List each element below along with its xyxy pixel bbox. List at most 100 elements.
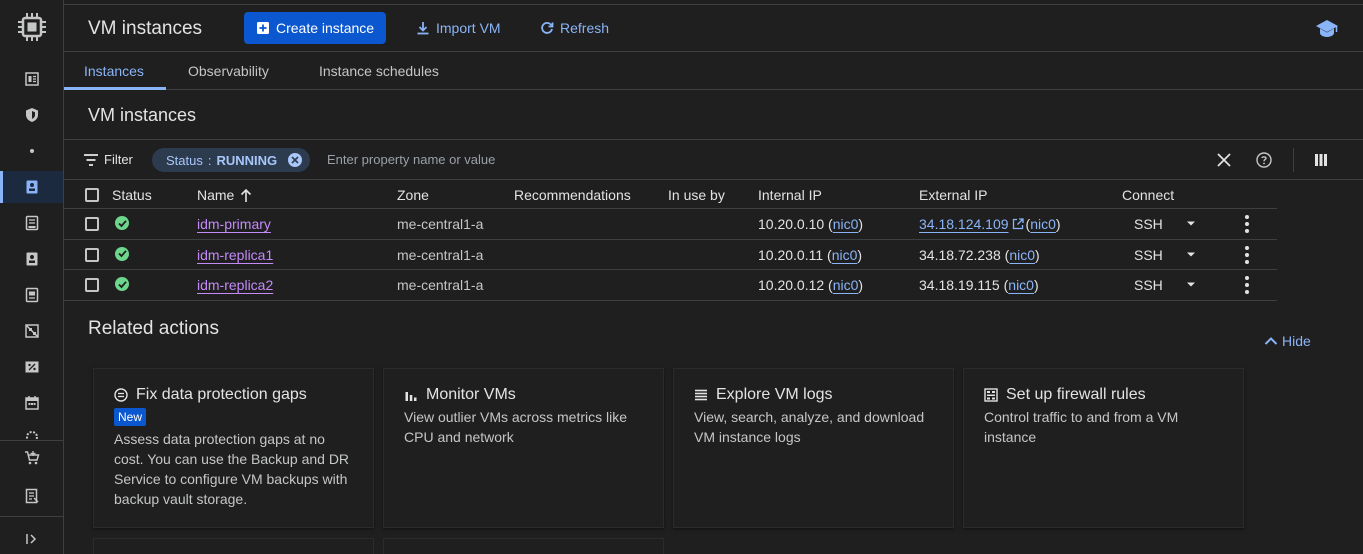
new-badge: New bbox=[114, 408, 147, 426]
import-vm-button[interactable]: Import VM bbox=[416, 12, 501, 44]
card-description: View outlier VMs across metrics like CPU… bbox=[404, 409, 628, 445]
table-header-row: Status Name Zone Recommendations In use … bbox=[64, 181, 1277, 209]
column-header-external-ip[interactable]: External IP bbox=[919, 187, 987, 203]
nav-reservations-calendar-icon[interactable] bbox=[22, 393, 42, 413]
ssh-options-dropdown-icon[interactable] bbox=[1184, 277, 1198, 291]
related-action-card[interactable]: Monitor VMs View outlier VMs across metr… bbox=[383, 368, 664, 528]
column-header-recommendations[interactable]: Recommendations bbox=[514, 187, 631, 203]
refresh-label: Refresh bbox=[560, 20, 610, 36]
refresh-button[interactable]: Refresh bbox=[540, 12, 609, 44]
nav-active-indicator bbox=[0, 171, 3, 203]
column-display-icon[interactable] bbox=[1311, 150, 1331, 170]
related-action-card[interactable]: Set up firewall rules Control traffic to… bbox=[963, 368, 1244, 528]
chip-value: RUNNING bbox=[216, 152, 278, 168]
external-ip-link[interactable]: 34.18.124.109 bbox=[919, 216, 1009, 232]
column-header-name-label: Name bbox=[197, 187, 235, 203]
compute-engine-logo-icon[interactable] bbox=[17, 12, 47, 42]
clear-filter-icon[interactable] bbox=[1214, 150, 1234, 170]
filter-bar: Filter Status : RUNNING Enter property n… bbox=[64, 140, 1363, 180]
table-row[interactable]: idm-replica1 me-central1-a 10.20.0.11 (n… bbox=[64, 240, 1277, 270]
card-title: Explore VM logs bbox=[716, 386, 833, 403]
external-nic-link[interactable]: nic0 bbox=[1008, 277, 1034, 293]
ssh-button[interactable]: SSH bbox=[1134, 216, 1163, 232]
card-description: Control traffic to and from a VM instanc… bbox=[984, 409, 1179, 445]
internal-ip-cell: 10.20.0.10 (nic0) bbox=[758, 216, 864, 232]
external-nic-link[interactable]: nic0 bbox=[1009, 247, 1035, 263]
ssh-button[interactable]: SSH bbox=[1134, 277, 1163, 293]
external-nic-link[interactable]: nic0 bbox=[1030, 216, 1056, 232]
more-actions-kebab-icon[interactable] bbox=[1239, 245, 1255, 265]
shield-check-icon bbox=[114, 388, 128, 402]
nav-marketplace-cart-icon[interactable] bbox=[22, 448, 42, 468]
download-icon bbox=[417, 22, 429, 35]
table-row[interactable]: idm-replica2 me-central1-a 10.20.0.12 (n… bbox=[64, 270, 1277, 301]
status-filter-chip[interactable]: Status : RUNNING bbox=[152, 148, 311, 172]
internal-nic-link[interactable]: nic0 bbox=[833, 277, 859, 293]
related-action-card-partial bbox=[93, 538, 374, 554]
nav-vm-instances-icon[interactable] bbox=[22, 177, 42, 197]
row-checkbox[interactable] bbox=[85, 217, 99, 231]
internal-nic-link[interactable]: nic0 bbox=[832, 247, 858, 263]
nav-security-shield-icon[interactable] bbox=[22, 105, 42, 125]
ssh-options-dropdown-icon[interactable] bbox=[1184, 247, 1198, 261]
chip-separator: : bbox=[207, 152, 212, 168]
column-header-internal-ip[interactable]: Internal IP bbox=[758, 187, 822, 203]
section-title: VM instances bbox=[88, 105, 197, 125]
instance-name-link[interactable]: idm-replica2 bbox=[197, 277, 273, 293]
card-description: View, search, analyze, and download VM i… bbox=[694, 409, 925, 445]
instance-name-link[interactable]: idm-replica1 bbox=[197, 247, 273, 263]
learn-mortarboard-icon[interactable] bbox=[1315, 17, 1339, 41]
running-status-check-icon bbox=[115, 246, 129, 261]
nav-sole-tenant-icon[interactable] bbox=[22, 249, 42, 269]
nav-release-notes-icon[interactable] bbox=[22, 486, 42, 506]
firewall-icon bbox=[984, 388, 998, 402]
related-action-card[interactable]: Explore VM logs View, search, analyze, a… bbox=[673, 368, 954, 528]
row-checkbox[interactable] bbox=[85, 247, 99, 262]
column-header-name[interactable]: Name bbox=[197, 187, 252, 203]
ssh-options-dropdown-icon[interactable] bbox=[1184, 216, 1198, 230]
tab-instance-schedules[interactable]: Instance schedules bbox=[319, 63, 439, 79]
card-description: Assess data protection gaps at no cost. … bbox=[114, 431, 350, 507]
external-ip-value: 34.18.19.115 bbox=[919, 277, 1000, 293]
internal-ip-value: 10.20.0.11 bbox=[758, 246, 824, 263]
nav-settings-gear-icon[interactable] bbox=[22, 429, 42, 439]
related-actions-title: Related actions bbox=[88, 318, 219, 339]
open-in-new-icon bbox=[1012, 218, 1024, 230]
instance-name-link[interactable]: idm-primary bbox=[197, 216, 271, 232]
tab-instances[interactable]: Instances bbox=[84, 63, 144, 79]
help-icon[interactable] bbox=[1254, 150, 1274, 170]
select-all-checkbox[interactable] bbox=[85, 188, 99, 202]
nav-committed-use-discounts-icon[interactable] bbox=[22, 357, 42, 377]
column-header-status[interactable]: Status bbox=[112, 187, 152, 203]
more-actions-kebab-icon[interactable] bbox=[1239, 275, 1255, 295]
row-checkbox[interactable] bbox=[85, 278, 99, 292]
nav-tpus-icon[interactable] bbox=[22, 321, 42, 341]
column-header-zone[interactable]: Zone bbox=[397, 187, 429, 203]
filter-input[interactable]: Enter property name or value bbox=[327, 152, 495, 167]
internal-ip-value: 10.20.0.12 bbox=[758, 277, 825, 293]
tab-observability[interactable]: Observability bbox=[188, 63, 269, 79]
expand-nav-icon[interactable] bbox=[22, 529, 42, 549]
nav-divider-bottom bbox=[0, 516, 63, 517]
filter-button[interactable]: Filter bbox=[84, 152, 133, 167]
internal-nic-link[interactable]: nic0 bbox=[833, 216, 859, 232]
add-box-icon bbox=[257, 22, 269, 34]
refresh-icon bbox=[541, 22, 554, 34]
column-header-connect[interactable]: Connect bbox=[1122, 187, 1174, 203]
ssh-button[interactable]: SSH bbox=[1134, 247, 1163, 263]
create-instance-button[interactable]: Create instance bbox=[244, 12, 387, 44]
nav-dashboard-icon[interactable] bbox=[22, 69, 42, 89]
table-row[interactable]: idm-primary me-central1-a 10.20.0.10 (ni… bbox=[64, 209, 1277, 240]
sort-ascending-arrow-icon bbox=[241, 188, 252, 202]
internal-ip-cell: 10.20.0.12 (nic0) bbox=[758, 277, 864, 293]
related-action-card[interactable]: Fix data protection gaps New Assess data… bbox=[93, 368, 374, 528]
nav-machine-images-icon[interactable] bbox=[22, 285, 42, 305]
column-header-in-use-by[interactable]: In use by bbox=[668, 187, 725, 203]
remove-chip-icon[interactable] bbox=[288, 153, 303, 167]
import-vm-label: Import VM bbox=[436, 20, 501, 36]
more-actions-kebab-icon[interactable] bbox=[1239, 214, 1255, 234]
internal-ip-cell: 10.20.0.11 (nic0) bbox=[758, 246, 863, 263]
hide-related-actions-button[interactable]: Hide bbox=[1264, 333, 1311, 349]
nav-instance-templates-icon[interactable] bbox=[22, 213, 42, 233]
nav-divider bbox=[0, 440, 63, 441]
